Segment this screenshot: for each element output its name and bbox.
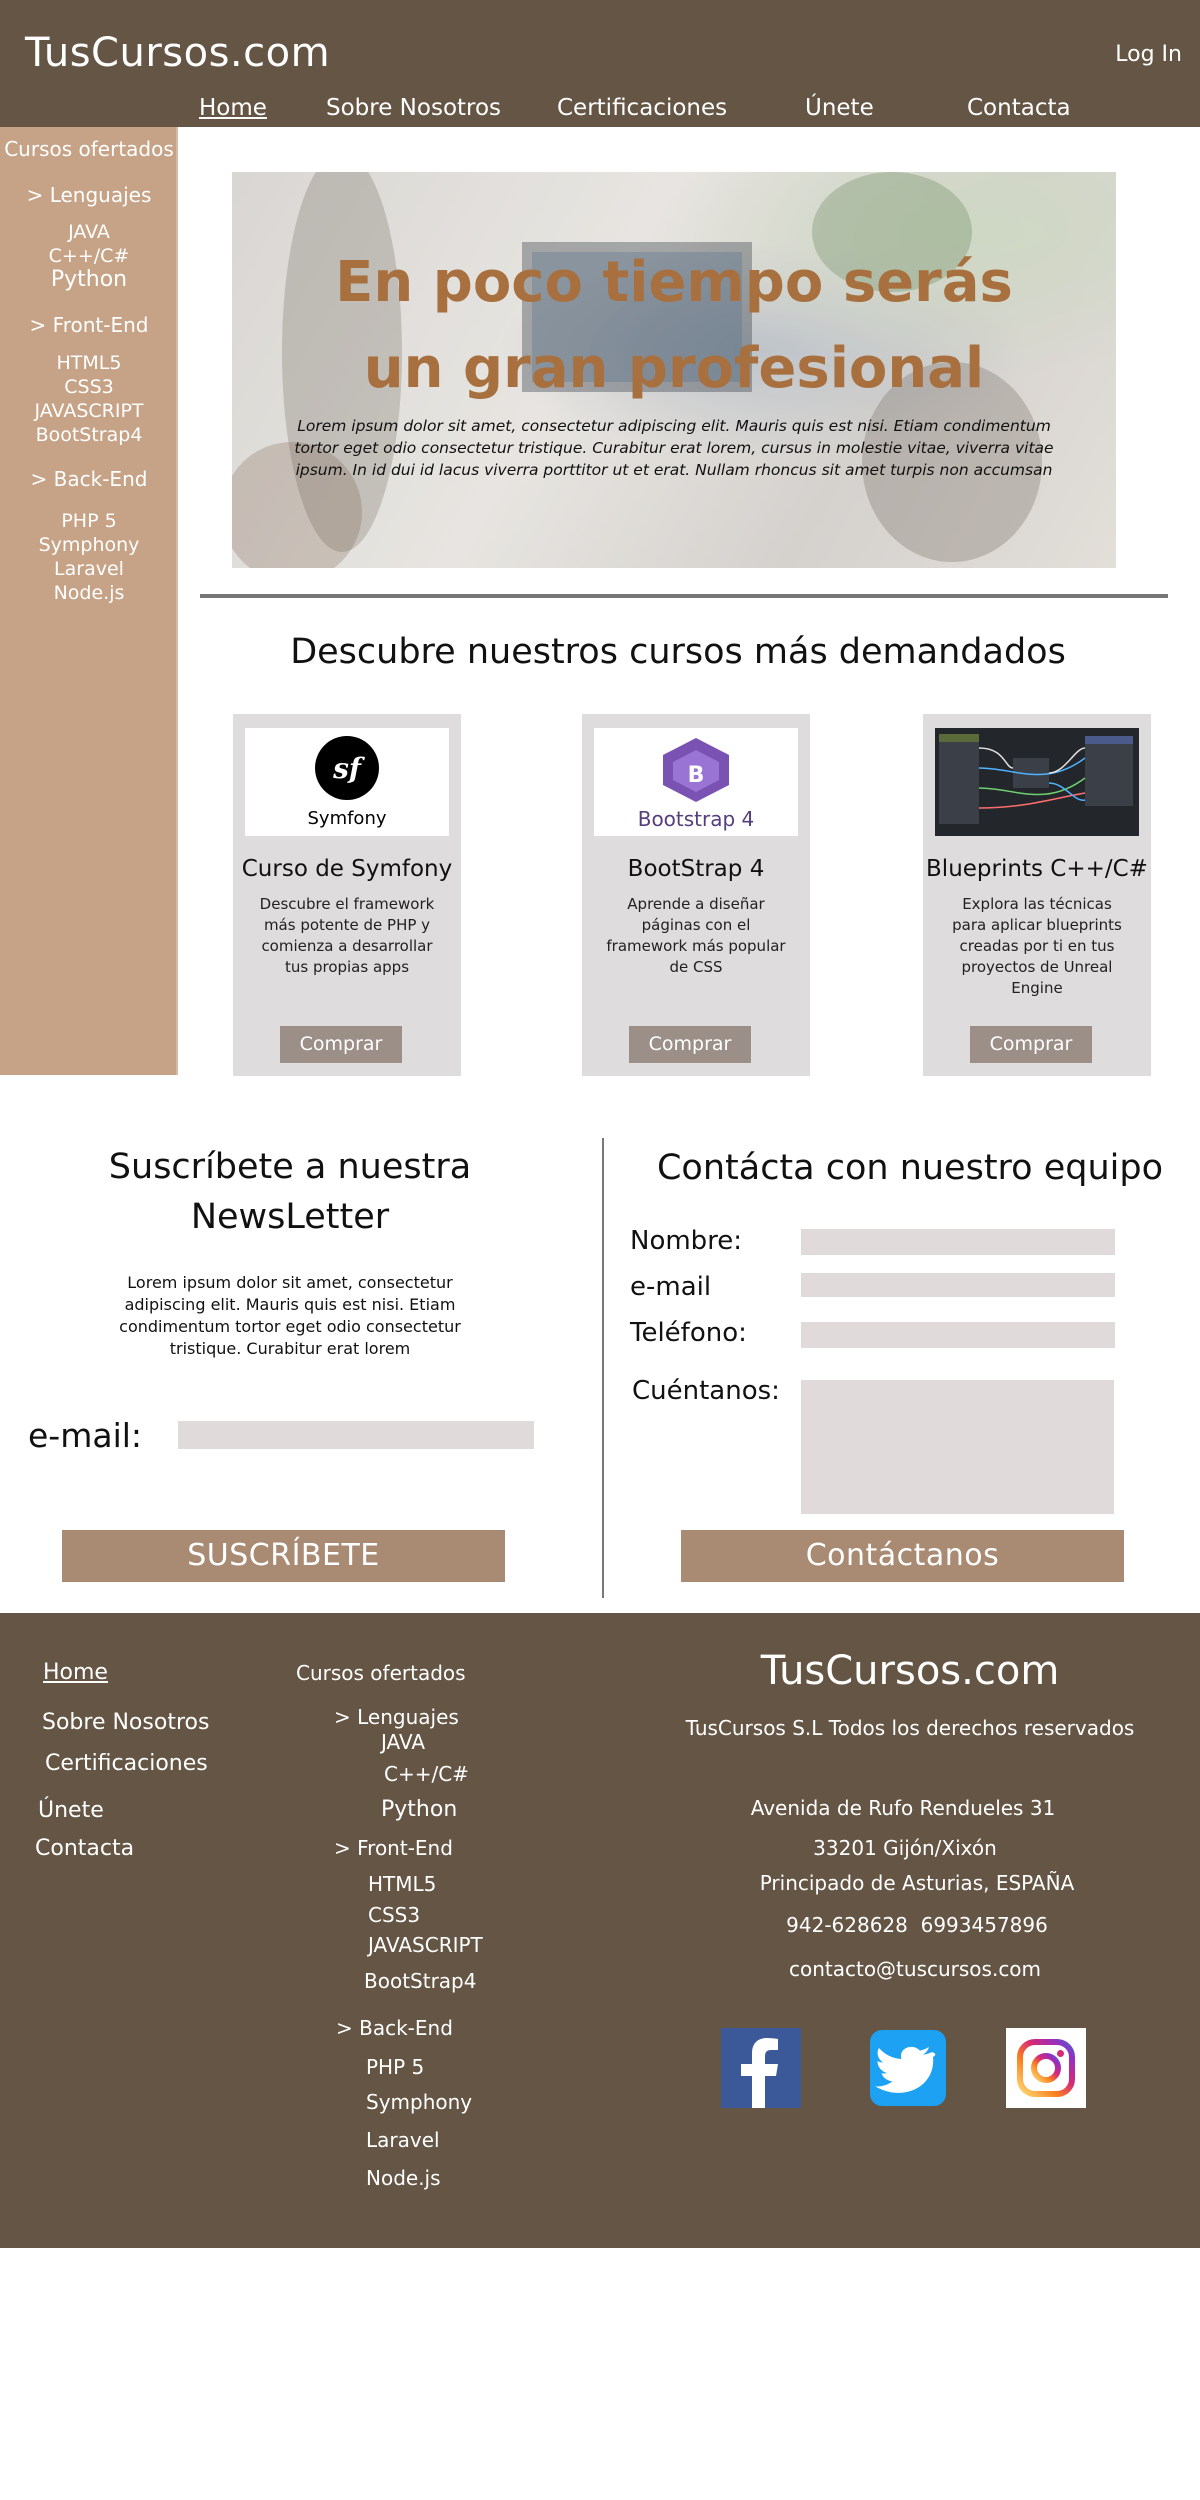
bootstrap-mark: B [688, 763, 705, 788]
footer-rights: TusCursos S.L Todos los derechos reserva… [685, 1716, 1135, 1740]
footer-brand: TusCursos.com [760, 1648, 1060, 1694]
course-description: Aprende a diseñar páginas con el framewo… [606, 895, 786, 976]
login-link[interactable]: Log In [1115, 42, 1182, 67]
contact-phone-input[interactable] [801, 1322, 1115, 1348]
contact-message-textarea[interactable] [801, 1380, 1114, 1514]
contact-button[interactable]: Contáctanos [681, 1530, 1124, 1582]
course-card-bootstrap: B Bootstrap 4 BootStrap 4 Aprende a dise… [582, 714, 810, 1076]
footer-link-contacta[interactable]: Contacta [35, 1836, 134, 1861]
footer-link-home[interactable]: Home [43, 1660, 108, 1685]
sidebar-group-frontend[interactable]: > Front-End [0, 313, 178, 337]
hero-title-line1: En poco tiempo serás [335, 250, 1013, 315]
hero-title-line2: un gran profesional [363, 336, 985, 401]
newsletter-email-input[interactable] [178, 1421, 534, 1449]
newsletter-text: Lorem ipsum dolor sit amet, consectetur … [119, 1273, 461, 1358]
footer-address-line1: Avenida de Rufo Rendueles 31 [750, 1796, 1056, 1820]
footer-email[interactable]: contacto@tuscursos.com [665, 1957, 1165, 1981]
footer-link-unete[interactable]: Únete [38, 1798, 104, 1823]
courses-sidebar: Cursos ofertados > Lenguajes JAVA C++/C#… [0, 127, 178, 1075]
sidebar-group-lenguajes[interactable]: > Lenguajes [0, 183, 178, 207]
contact-message-label: Cuéntanos: [632, 1376, 780, 1406]
site-logo[interactable]: TusCursos.com [25, 30, 330, 76]
sidebar-item-python[interactable]: Python [0, 268, 178, 292]
footer-item-javascript[interactable]: JAVASCRIPT [368, 1933, 483, 1957]
sidebar-item-javascript[interactable]: JAVASCRIPT [0, 399, 178, 423]
footer-item-bootstrap4[interactable]: BootStrap4 [364, 1969, 476, 1993]
bootstrap-logo-text: Bootstrap 4 [638, 807, 755, 831]
course-description: Explora las técnicas para aplicar bluepr… [952, 895, 1122, 997]
footer-courses-title: Cursos ofertados [296, 1661, 466, 1685]
nav-sobre-nosotros[interactable]: Sobre Nosotros [326, 95, 501, 121]
twitter-icon[interactable] [868, 2028, 948, 2108]
footer-item-html5[interactable]: HTML5 [368, 1872, 436, 1896]
footer-item-nodejs[interactable]: Node.js [366, 2166, 441, 2190]
contact-email-input[interactable] [801, 1273, 1115, 1297]
hero-title: En poco tiempo serás un gran profesional [232, 240, 1116, 412]
footer-item-cpp[interactable]: C++/C# [384, 1762, 469, 1786]
sidebar-item-laravel[interactable]: Laravel [0, 557, 178, 581]
sidebar-item-php5[interactable]: PHP 5 [0, 509, 178, 533]
newsletter-title: Suscríbete a nuestra NewsLetter [108, 1147, 472, 1237]
footer-item-symphony[interactable]: Symphony [366, 2090, 472, 2114]
site-header: TusCursos.com Log In Home Sobre Nosotros… [0, 0, 1200, 127]
sidebar-title: Cursos ofertados [4, 137, 174, 161]
footer-group-backend[interactable]: > Back-End [336, 2016, 453, 2040]
course-card-symfony: sf Symfony Curso de Symfony Descubre el … [233, 714, 461, 1076]
footer-group-frontend[interactable]: > Front-End [334, 1836, 453, 1860]
footer-link-certificaciones[interactable]: Certificaciones [45, 1751, 208, 1776]
hero-text: Lorem ipsum dolor sit amet, consectetur … [294, 417, 1054, 479]
contact-title: Contácta con nuestro equipo [656, 1148, 1163, 1188]
sidebar-item-html5[interactable]: HTML5 [0, 351, 178, 375]
courses-section-title: Descubre nuestros cursos más demandados [290, 632, 1066, 672]
buy-button-symfony[interactable]: Comprar [280, 1026, 402, 1063]
blueprints-screenshot [935, 728, 1139, 836]
buy-button-blueprints[interactable]: Comprar [970, 1026, 1092, 1063]
nav-unete[interactable]: Únete [805, 95, 874, 121]
footer-item-java[interactable]: JAVA [381, 1730, 425, 1754]
course-card-blueprints: Blueprints C++/C# Explora las técnicas p… [923, 714, 1151, 1076]
footer-phones: 942-628628 6993457896 [786, 1913, 1048, 1937]
bootstrap-logo: B Bootstrap 4 [594, 728, 798, 836]
sidebar-item-cpp[interactable]: C++/C# [0, 244, 178, 268]
sidebar-item-nodejs[interactable]: Node.js [0, 581, 178, 605]
symfony-mark: sf [332, 752, 366, 785]
site-footer: Home Sobre Nosotros Certificaciones Únet… [0, 1613, 1200, 2248]
newsletter-email-label: e-mail: [28, 1416, 143, 1455]
footer-item-python[interactable]: Python [381, 1797, 457, 1822]
symfony-logo-text: Symfony [307, 808, 386, 829]
footer-address-line3: Principado de Asturias, ESPAÑA [759, 1871, 1075, 1895]
hero-banner: En poco tiempo serás un gran profesional… [232, 172, 1116, 568]
footer-address-line2: 33201 Gijón/Xixón [813, 1836, 997, 1860]
buy-button-bootstrap[interactable]: Comprar [629, 1026, 751, 1063]
subscribe-button[interactable]: SUSCRÍBETE [62, 1530, 505, 1582]
course-title: Blueprints C++/C# [926, 856, 1148, 882]
section-divider [200, 594, 1168, 598]
vertical-divider [602, 1138, 604, 1598]
symfony-logo: sf Symfony [245, 728, 449, 836]
footer-item-php5[interactable]: PHP 5 [366, 2055, 424, 2079]
course-title: Curso de Symfony [241, 856, 453, 882]
sidebar-item-css3[interactable]: CSS3 [0, 375, 178, 399]
sidebar-item-symphony[interactable]: Symphony [0, 533, 178, 557]
nav-certificaciones[interactable]: Certificaciones [557, 95, 727, 121]
footer-item-laravel[interactable]: Laravel [366, 2128, 440, 2152]
footer-item-css3[interactable]: CSS3 [368, 1903, 420, 1927]
course-description: Descubre el framework más potente de PHP… [259, 895, 435, 976]
sidebar-item-bootstrap4[interactable]: BootStrap4 [0, 423, 178, 447]
contact-name-input[interactable] [801, 1229, 1115, 1255]
nav-home[interactable]: Home [199, 95, 267, 121]
footer-link-sobre-nosotros[interactable]: Sobre Nosotros [42, 1710, 209, 1735]
instagram-icon[interactable] [1006, 2028, 1086, 2108]
contact-phone-label: Teléfono: [630, 1318, 747, 1348]
course-title: BootStrap 4 [627, 856, 765, 882]
sidebar-item-java[interactable]: JAVA [0, 220, 178, 244]
contact-name-label: Nombre: [630, 1226, 743, 1256]
footer-group-lenguajes[interactable]: > Lenguajes [334, 1705, 459, 1729]
sidebar-group-backend[interactable]: > Back-End [0, 467, 178, 491]
facebook-icon[interactable] [721, 2028, 801, 2108]
nav-contacta[interactable]: Contacta [967, 95, 1071, 121]
contact-email-label: e-mail [630, 1272, 712, 1302]
